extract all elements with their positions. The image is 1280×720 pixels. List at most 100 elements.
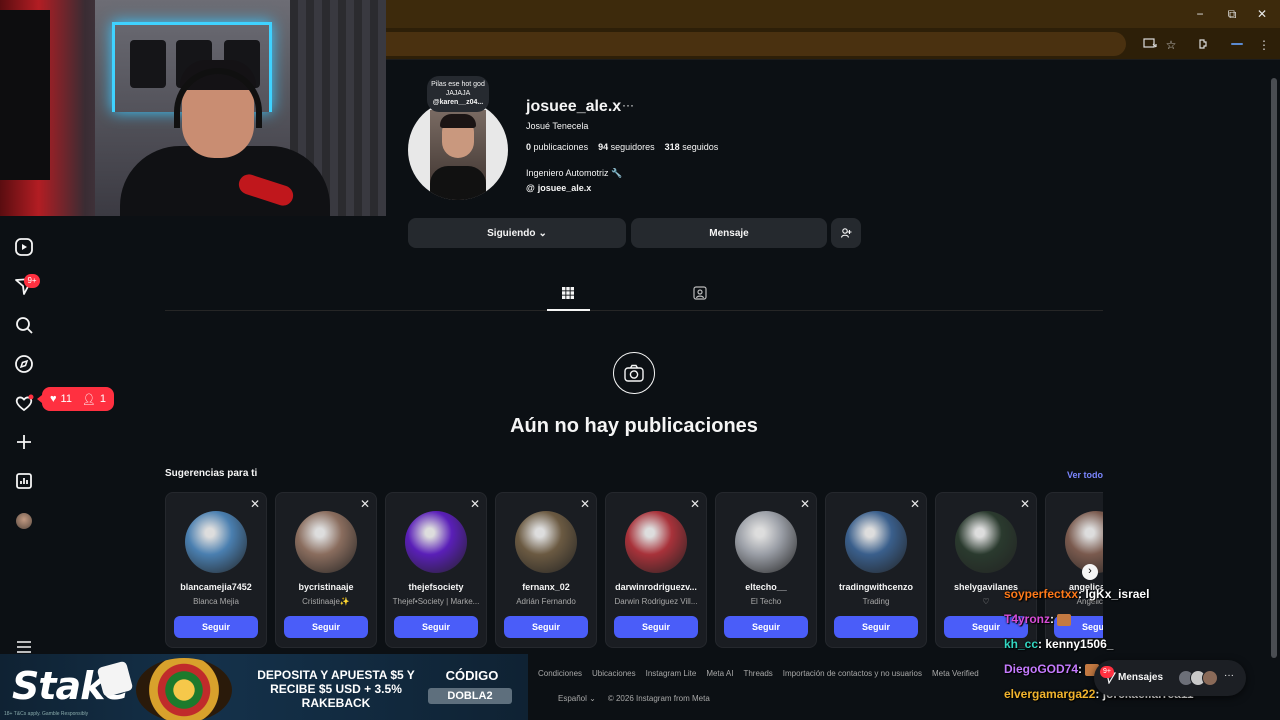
avatar[interactable] [1065,511,1103,573]
suggestion-username[interactable]: fernanx_02 [499,582,593,592]
footer-link[interactable]: Ubicaciones [592,669,636,678]
see-all-link[interactable]: Ver todo [1067,470,1103,480]
search-icon[interactable] [12,313,36,337]
copyright: © 2026 Instagram from Meta [607,694,710,703]
suggestion-card[interactable]: ✕ thejefsociety Thejef•Society | Marke... S… [385,492,487,648]
following-button[interactable]: Siguiendo ⌄ [408,218,626,248]
close-window-button[interactable]: ✕ [1254,6,1270,22]
hamburger-icon[interactable] [16,640,32,654]
suggestion-username[interactable]: blancamejia7452 [169,582,263,592]
profile-options-button[interactable]: ··· [622,98,634,112]
suggestion-username[interactable]: tradingwithcenzo [829,582,923,592]
suggestion-card[interactable]: ✕ tradingwithcenzo Trading Seguir [825,492,927,648]
dismiss-icon[interactable]: ✕ [690,497,700,511]
suggestion-name: Darwin Rodriguez Vill... [614,597,698,606]
profile-username: josuee_ale.x [526,98,622,115]
avatar[interactable] [185,511,247,573]
cam-monitor [0,10,50,180]
footer-link[interactable]: Instagram Lite [646,669,697,678]
screen: − ⧉ ✕ ☆ ⋮ 9+ ♥ 11 👤︎ 1 Pilas ese hot god… [0,0,1280,720]
suggestion-card[interactable]: ✕ bycristinaaje Cristinaaje✨ Seguir [275,492,377,648]
footer-link[interactable]: Meta Verified [932,669,979,678]
active-tab-indicator [547,309,590,311]
profile-avatar-large[interactable] [408,100,508,200]
scrollbar-thumb[interactable] [1271,78,1277,658]
emote-icon [1057,613,1072,626]
person-icon: 👤︎ [81,393,96,406]
posts-grid-icon[interactable] [560,285,576,301]
add-person-button[interactable] [831,218,861,248]
threads-link[interactable]: @ josuee_ale.x [526,183,591,193]
message-button[interactable]: Mensaje [631,218,827,248]
suggestion-name: Cristinaaje✨ [302,597,350,606]
dashboard-icon[interactable] [12,469,36,493]
notification-pill[interactable]: ♥ 11 👤︎ 1 [37,387,115,411]
dismiss-icon[interactable]: ✕ [470,497,480,511]
posts-stat: 0 publicaciones [526,142,589,152]
stake-code: DOBLA2 [428,688,512,704]
explore-icon[interactable] [12,352,36,376]
dismiss-icon[interactable]: ✕ [250,497,260,511]
dismiss-icon[interactable]: ✕ [910,497,920,511]
followers-stat[interactable]: 94 seguidores [598,142,655,152]
messages-more-icon[interactable]: ··· [1224,670,1234,681]
dismiss-icon[interactable]: ✕ [800,497,810,511]
star-icon[interactable]: ☆ [1163,37,1179,53]
follow-button[interactable]: Seguir [504,616,588,638]
carousel-next-icon[interactable]: › [1082,564,1098,580]
profile-chip-icon[interactable] [1230,37,1244,53]
language-select[interactable]: Español ⌄ [558,694,596,703]
profile-note[interactable]: Pilas ese hot god JAJAJA @karen__z04... [427,76,489,112]
follow-button[interactable]: Seguir [834,616,918,638]
stake-offer: DEPOSITA Y APUESTA $5 Y RECIBE $5 USD + … [257,668,415,710]
suggestion-card[interactable]: ✕ fernanx_02 Adrián Fernando Seguir [495,492,597,648]
follow-button[interactable]: Seguir [174,616,258,638]
suggestion-card[interactable]: ✕ darwinrodriguezv... Darwin Rodriguez Vil… [605,492,707,648]
follow-button[interactable]: Seguir [614,616,698,638]
dismiss-icon[interactable]: ✕ [580,497,590,511]
chat-nick: T4yronz [1004,612,1051,626]
stake-code-label: CÓDIGO [445,668,499,683]
footer-link[interactable]: Condiciones [538,669,582,678]
follow-button[interactable]: Seguir [394,616,478,638]
suggestion-card[interactable]: ✕ eltecho__ El Techo Seguir [715,492,817,648]
avatar[interactable] [625,511,687,573]
avatar[interactable] [515,511,577,573]
tagged-icon[interactable] [692,285,708,301]
suggestion-username[interactable]: darwinrodriguezv... [609,582,703,592]
suggestion-card[interactable]: ✕ blancamejia7452 Blanca Mejia Seguir [165,492,267,648]
messages-pill[interactable]: 9+ Mensajes ··· [1094,660,1246,696]
notifications-icon[interactable] [12,391,36,415]
install-icon[interactable] [1142,37,1158,53]
dismiss-icon[interactable]: ✕ [360,497,370,511]
suggestion-username[interactable]: eltecho__ [719,582,813,592]
avatar[interactable] [735,511,797,573]
following-stat[interactable]: 318 seguidos [665,142,719,152]
menu-icon[interactable]: ⋮ [1256,37,1272,53]
messages-pill-badge: 9+ [1100,666,1114,678]
chat-nick: kh_cc [1004,637,1039,651]
profile-bio: Ingeniero Automotriz 🔧 [526,168,623,178]
avatar[interactable] [845,511,907,573]
restore-button[interactable]: ⧉ [1224,6,1240,22]
roulette-icon [136,658,232,720]
chat-separator: : [1050,612,1058,626]
avatar[interactable] [955,511,1017,573]
stake-ad-banner: Stake 18+ T&Cs apply. Gamble Responsibly… [0,654,528,720]
suggestion-username[interactable]: bycristinaaje [279,582,373,592]
minimize-button[interactable]: − [1192,6,1208,22]
extensions-icon[interactable] [1196,37,1212,53]
avatar-hair [440,114,476,128]
avatar[interactable] [405,511,467,573]
footer-link[interactable]: Importación de contactos y no usuarios [783,669,922,678]
follow-button[interactable]: Seguir [284,616,368,638]
follow-button[interactable]: Seguir [724,616,808,638]
address-bar[interactable] [386,32,1126,56]
avatar[interactable] [295,511,357,573]
footer-link[interactable]: Threads [743,669,772,678]
suggestion-username[interactable]: thejefsociety [389,582,483,592]
profile-avatar[interactable] [16,513,32,529]
footer-link[interactable]: Meta AI [706,669,733,678]
dismiss-icon[interactable]: ✕ [1020,497,1030,511]
reels-icon[interactable] [12,235,36,259]
